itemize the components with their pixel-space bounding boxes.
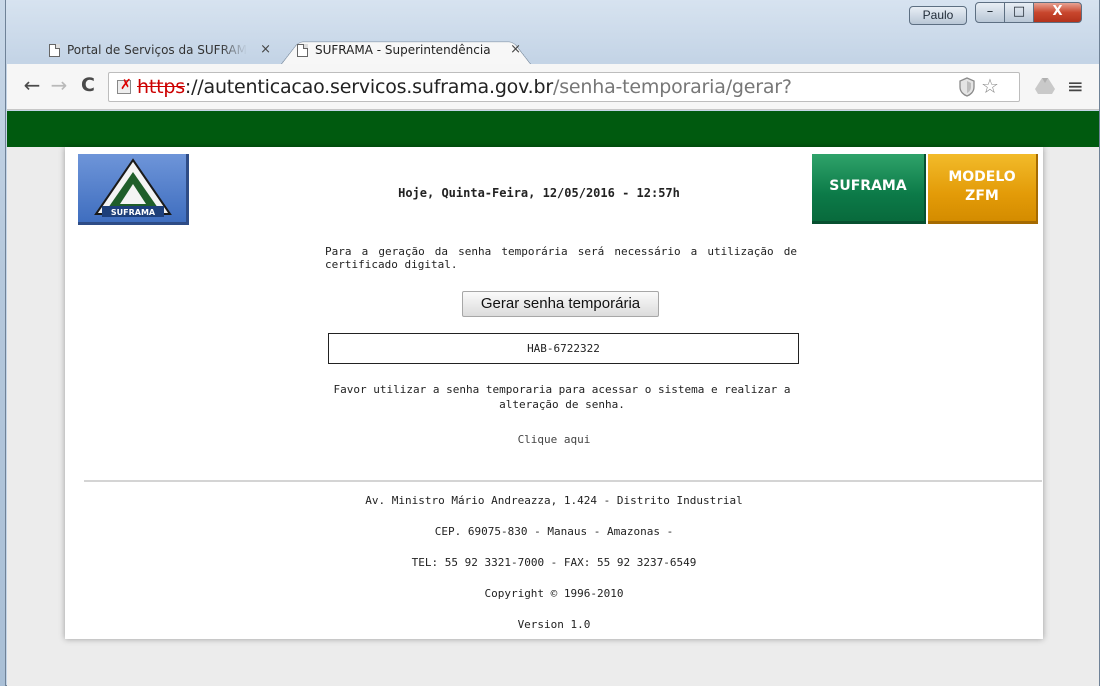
modelo-zfm-button[interactable]: MODELO ZFM bbox=[928, 154, 1038, 224]
footer-address: Av. Ministro Mário Andreazza, 1.424 - Di… bbox=[365, 494, 743, 507]
footer-copyright: Copyright © 1996-2010 bbox=[484, 587, 624, 600]
address-bar[interactable]: ✗ https://autenticacao.servicos.suframa.… bbox=[108, 72, 1020, 102]
drive-icon[interactable] bbox=[1035, 78, 1055, 95]
usage-note: Favor utilizar a senha temporaria para a… bbox=[333, 383, 791, 411]
zfm-label-1: MODELO bbox=[948, 169, 1016, 185]
logo-text: SUFRAMA bbox=[111, 208, 156, 217]
page-viewport: SUFRAMA Hoje, Quinta-Feira, 12/05/2016 -… bbox=[7, 111, 1099, 686]
page-icon bbox=[49, 44, 60, 57]
generate-password-button[interactable]: Gerar senha temporária bbox=[462, 291, 659, 317]
insecure-x-icon: ✗ bbox=[120, 77, 132, 93]
suframa-button[interactable]: SUFRAMA bbox=[812, 154, 926, 224]
tab-label: SUFRAMA - Superintendência bbox=[315, 43, 491, 57]
footer-cep: CEP. 69075-830 - Manaus - Amazonas - bbox=[434, 525, 674, 538]
tab-close-icon[interactable]: × bbox=[510, 37, 521, 63]
new-tab-button[interactable] bbox=[530, 37, 574, 64]
browser-window: Paulo – □ X Portal de Serviços da SUFRAM… bbox=[5, 0, 1100, 686]
temp-password-field: HAB-6722322 bbox=[328, 333, 799, 364]
tab-portal-servicos[interactable]: Portal de Serviços da SUFRAMA × bbox=[33, 37, 281, 64]
click-here-link[interactable]: Clique aqui bbox=[65, 433, 1043, 446]
footer-version: Version 1.0 bbox=[517, 618, 591, 631]
info-text: Para a geração da senha temporária será … bbox=[325, 245, 797, 271]
forward-button[interactable]: → bbox=[48, 74, 70, 98]
url-separator: :// bbox=[184, 76, 204, 98]
zfm-label-2: ZFM bbox=[965, 188, 999, 204]
divider bbox=[84, 480, 1042, 482]
close-window-button[interactable]: X bbox=[1033, 2, 1082, 23]
footer-phone: TEL: 55 92 3321-7000 - FAX: 55 92 3237-6… bbox=[411, 556, 697, 569]
tab-label: Portal de Serviços da SUFRAMA bbox=[67, 43, 247, 57]
tab-suframa-active[interactable]: SUFRAMA - Superintendência × bbox=[281, 37, 531, 64]
url-path: /senha-temporaria/gerar? bbox=[553, 76, 792, 98]
maximize-button[interactable]: □ bbox=[1004, 2, 1034, 23]
shield-icon[interactable] bbox=[958, 77, 976, 97]
url-host: autenticacao.servicos.suframa.gov.br bbox=[203, 76, 554, 98]
url-scheme: https bbox=[137, 76, 185, 98]
content-panel: SUFRAMA Hoje, Quinta-Feira, 12/05/2016 -… bbox=[65, 147, 1043, 639]
minimize-button[interactable]: – bbox=[975, 2, 1005, 23]
url-text[interactable]: https://autenticacao.servicos.suframa.go… bbox=[137, 76, 792, 98]
page-icon bbox=[297, 44, 308, 57]
user-badge[interactable]: Paulo bbox=[909, 6, 967, 25]
browser-toolbar: ← → C ✗ https://autenticacao.servicos.su… bbox=[7, 64, 1099, 110]
menu-icon[interactable]: ≡ bbox=[1067, 74, 1084, 98]
top-green-bar bbox=[7, 111, 1099, 147]
bookmark-star-icon[interactable]: ☆ bbox=[981, 74, 999, 98]
back-button[interactable]: ← bbox=[21, 74, 43, 98]
reload-button[interactable]: C bbox=[77, 74, 99, 98]
tab-close-icon[interactable]: × bbox=[260, 37, 271, 63]
